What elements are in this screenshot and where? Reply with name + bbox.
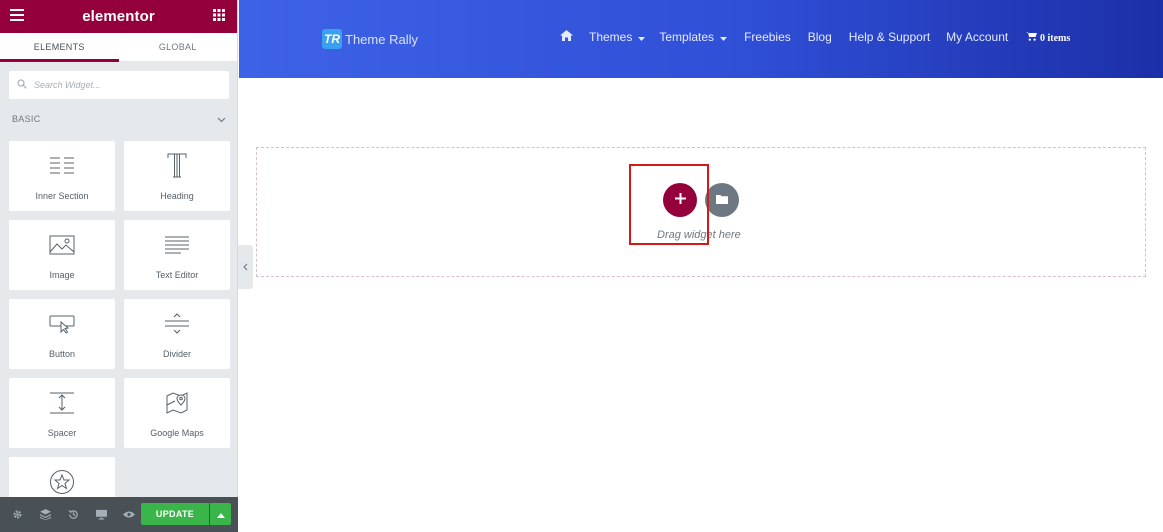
search-widget-box <box>9 71 229 99</box>
widget-label: Divider <box>162 349 191 359</box>
widget-divider[interactable]: Divider <box>124 299 230 369</box>
preview-icon[interactable] <box>120 506 138 524</box>
category-label: BASIC <box>12 114 41 124</box>
chevron-left-icon <box>243 258 248 276</box>
cart-count: 0 items <box>1040 32 1071 44</box>
main-nav: Themes Templates Freebies Blog Help & Su… <box>560 30 1008 44</box>
widget-label: Spacer <box>47 428 77 438</box>
nav-label: Themes <box>589 30 633 44</box>
site-header: TR Theme Rally Themes Templates Freebies… <box>239 0 1163 78</box>
nav-freebies[interactable]: Freebies <box>744 30 791 44</box>
panel-footer: UPDATE <box>0 497 238 532</box>
panel-header: elementor <box>0 0 237 33</box>
home-icon <box>560 30 573 44</box>
update-button[interactable]: UPDATE <box>141 503 209 525</box>
navigator-icon[interactable] <box>36 506 54 524</box>
annotation-highlight-box <box>629 164 709 245</box>
widget-label: Image <box>49 270 75 280</box>
widget-grid: Inner Section Heading Image Text Editor … <box>0 134 237 527</box>
nav-my-account[interactable]: My Account <box>946 30 1008 44</box>
widget-spacer[interactable]: Spacer <box>9 378 115 448</box>
panel-collapse-handle[interactable] <box>238 245 253 289</box>
widget-inner-section[interactable]: Inner Section <box>9 141 115 211</box>
widget-label: Google Maps <box>150 428 204 438</box>
site-name: Theme Rally <box>345 31 418 47</box>
nav-themes[interactable]: Themes <box>589 30 646 44</box>
heading-icon <box>166 153 188 179</box>
search-icon <box>17 76 27 94</box>
caret-up-icon <box>216 505 225 523</box>
widget-label: Button <box>48 349 76 359</box>
chevron-down-icon <box>217 110 226 128</box>
cart-icon <box>1026 32 1037 44</box>
update-options-button[interactable] <box>210 503 231 525</box>
nav-home[interactable] <box>560 30 573 44</box>
nav-templates[interactable]: Templates <box>659 30 728 44</box>
widget-image[interactable]: Image <box>9 220 115 290</box>
add-template-button[interactable] <box>705 183 739 217</box>
widget-button[interactable]: Button <box>9 299 115 369</box>
widgets-grid-icon[interactable] <box>213 8 225 26</box>
hamburger-menu-icon[interactable] <box>10 8 24 26</box>
cart-link[interactable]: 0 items <box>1026 32 1070 44</box>
spacer-icon <box>49 390 75 416</box>
elementor-editor: elementor ELEMENTS GLOBAL BASIC <box>0 0 1163 532</box>
image-icon <box>49 232 75 258</box>
widget-label: Text Editor <box>155 270 199 280</box>
widget-text-editor[interactable]: Text Editor <box>124 220 230 290</box>
caret-down-icon <box>720 30 728 44</box>
editor-panel: elementor ELEMENTS GLOBAL BASIC <box>0 0 238 532</box>
nav-help-support[interactable]: Help & Support <box>849 30 930 44</box>
settings-icon[interactable] <box>8 506 26 524</box>
site-logo[interactable]: TR Theme Rally <box>322 29 418 49</box>
text-editor-icon <box>164 232 190 258</box>
nav-blog[interactable]: Blog <box>808 30 832 44</box>
nav-label: Templates <box>659 30 715 44</box>
tab-elements[interactable]: ELEMENTS <box>0 33 119 62</box>
elementor-logo: elementor <box>82 8 155 25</box>
panel-tabs: ELEMENTS GLOBAL <box>0 33 237 62</box>
theme-rally-logo-mark: TR <box>322 29 342 49</box>
button-icon <box>49 311 75 337</box>
google-maps-icon <box>165 390 189 416</box>
category-basic-header[interactable]: BASIC <box>0 104 237 134</box>
responsive-mode-icon[interactable] <box>92 506 110 524</box>
history-icon[interactable] <box>64 506 82 524</box>
inner-section-icon <box>49 153 75 179</box>
star-icon <box>49 469 75 495</box>
search-widget-input[interactable] <box>34 80 214 90</box>
widget-label: Inner Section <box>35 191 89 201</box>
widget-google-maps[interactable]: Google Maps <box>124 378 230 448</box>
tab-global[interactable]: GLOBAL <box>119 33 238 61</box>
divider-icon <box>164 311 190 337</box>
widget-heading[interactable]: Heading <box>124 141 230 211</box>
widget-label: Heading <box>160 191 194 201</box>
folder-icon <box>716 191 728 209</box>
caret-down-icon <box>638 30 646 44</box>
